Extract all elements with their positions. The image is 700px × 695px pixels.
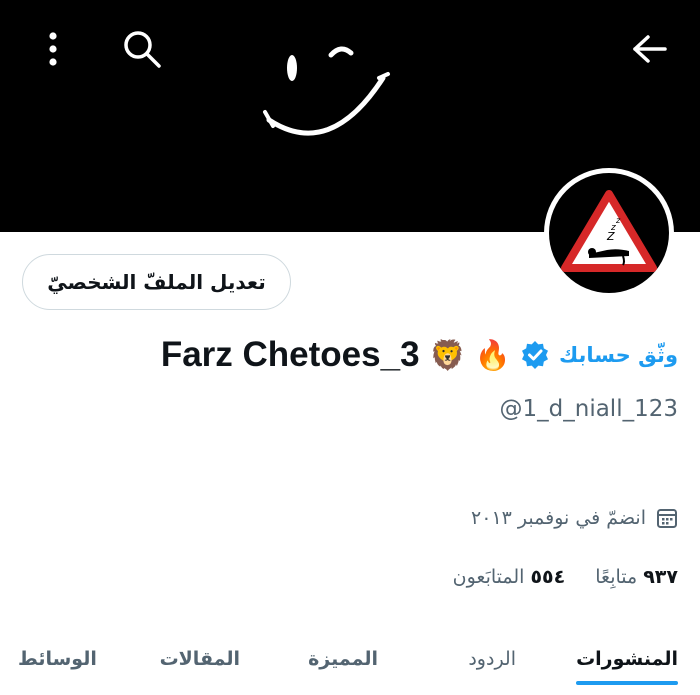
following-count: ٥٥٤ [530, 566, 566, 588]
followers-label: متابِعًا [595, 566, 638, 588]
join-date: انضمّ في نوفمبر ٢٠١٣ [471, 507, 678, 529]
tab-highlights[interactable]: المميزة [308, 648, 378, 670]
more-vertical-icon [49, 32, 57, 66]
more-options-button[interactable] [30, 26, 76, 72]
profile-tabs: المنشورات الردود المميزة المقالات الوسائ… [0, 636, 700, 695]
warning-sign-avatar-image: z z Z [561, 190, 657, 272]
display-name: Farz Chetoes_3 [160, 335, 420, 374]
edit-profile-button[interactable]: تعديل الملفّ الشخصيّ [22, 254, 291, 310]
tab-posts[interactable]: المنشورات [576, 648, 678, 685]
verified-badge-icon[interactable] [521, 341, 549, 369]
back-button[interactable] [627, 26, 673, 72]
tab-highlights-label: المميزة [308, 648, 378, 670]
svg-text:Z: Z [606, 230, 615, 243]
followers-link[interactable]: ٩٣٧ متابِعًا [595, 566, 678, 588]
verify-account-link[interactable]: وثّق حسابك [559, 343, 678, 367]
profile-name-row: وثّق حسابك 🦁 🔥 Farz Chetoes_3 [161, 330, 678, 380]
tab-posts-label: المنشورات [576, 648, 678, 670]
follow-stats: ٥٥٤ المتابَعون ٩٣٧ متابِعًا [453, 566, 678, 588]
join-date-text: انضمّ في نوفمبر ٢٠١٣ [471, 507, 646, 529]
profile-avatar[interactable]: z z Z [544, 168, 674, 298]
svg-text:z: z [615, 216, 621, 225]
tab-articles[interactable]: المقالات [160, 648, 240, 670]
tab-media[interactable]: الوسائط [18, 648, 97, 670]
tab-replies[interactable]: الردود [468, 648, 516, 670]
smiley-banner-image [263, 46, 390, 136]
search-icon [124, 31, 161, 68]
followers-count: ٩٣٧ [643, 566, 678, 588]
name-emojis: 🦁 🔥 [429, 337, 511, 372]
following-label: المتابَعون [452, 566, 525, 588]
tab-articles-label: المقالات [159, 648, 240, 670]
tab-media-label: الوسائط [18, 648, 97, 670]
calendar-icon [657, 509, 677, 528]
following-link[interactable]: ٥٥٤ المتابَعون [453, 566, 566, 588]
tab-replies-label: الردود [468, 648, 516, 670]
profile-handle: @1_d_niall_123 [499, 396, 678, 422]
search-button[interactable] [119, 26, 165, 72]
active-tab-indicator [576, 681, 678, 685]
arrow-left-icon [633, 35, 667, 63]
